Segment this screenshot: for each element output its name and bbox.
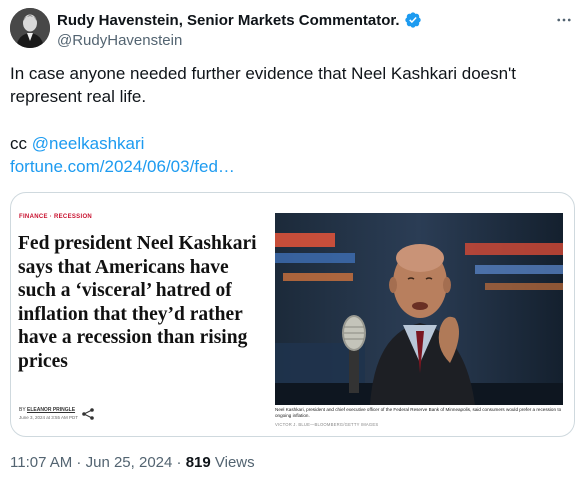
article-photo — [275, 213, 563, 405]
tweet-date[interactable]: Jun 25, 2024 — [86, 454, 173, 471]
tweet-text: In case anyone needed further evidence t… — [10, 64, 517, 106]
author-handle[interactable]: @RudyHavenstein — [57, 32, 182, 49]
article-dateline: June 3, 2024 at 3:55 AM PDT — [19, 415, 79, 420]
mention-link[interactable]: @neelkashkari — [32, 134, 145, 153]
meta-separator-1: · — [72, 454, 86, 471]
avatar-image — [10, 8, 50, 48]
url-line: fortune.com/2024/06/03/fed… — [10, 155, 235, 178]
article-headline: Fed president Neel Kashkari says that Am… — [18, 233, 257, 372]
verified-badge-icon — [404, 11, 422, 29]
byline-author: ELEANOR PRINGLE — [26, 407, 76, 413]
article-url-link[interactable]: fortune.com/2024/06/03/fed… — [10, 157, 235, 176]
author-name-row: Rudy Havenstein, Senior Markets Commenta… — [57, 11, 422, 29]
share-icon — [81, 407, 95, 421]
link-preview-card[interactable]: FINANCE · RECESSION Fed president Neel K… — [10, 192, 575, 437]
cc-line: cc @neelkashkari — [10, 132, 144, 155]
profile-avatar[interactable] — [10, 8, 50, 48]
meta-separator-2: · — [172, 454, 186, 471]
views-label: Views — [210, 454, 255, 471]
cc-prefix: cc — [10, 134, 32, 153]
tweet-time[interactable]: 11:07 AM — [10, 454, 72, 471]
kashkari-speaking-photo — [275, 213, 563, 405]
tweet-meta: 11:07 AM · Jun 25, 2024 · 819 Views — [10, 454, 255, 471]
byline-prefix: BY — [19, 407, 26, 413]
tweet-header: Rudy Havenstein, Senior Markets Commenta… — [10, 8, 577, 52]
tweet-body: In case anyone needed further evidence t… — [10, 62, 570, 108]
article-byline: BY ELEANOR PRINGLE — [19, 407, 75, 413]
article-category-tag: FINANCE · RECESSION — [19, 214, 93, 220]
photo-credit: VICTOR J. BLUE—BLOOMBERG/GETTY IMAGES — [275, 422, 379, 427]
more-options-icon[interactable] — [553, 10, 575, 30]
views-count[interactable]: 819 — [186, 454, 211, 471]
author-display-name[interactable]: Rudy Havenstein, Senior Markets Commenta… — [57, 12, 400, 29]
photo-caption: Neel Kashkari, president and chief execu… — [275, 407, 562, 418]
